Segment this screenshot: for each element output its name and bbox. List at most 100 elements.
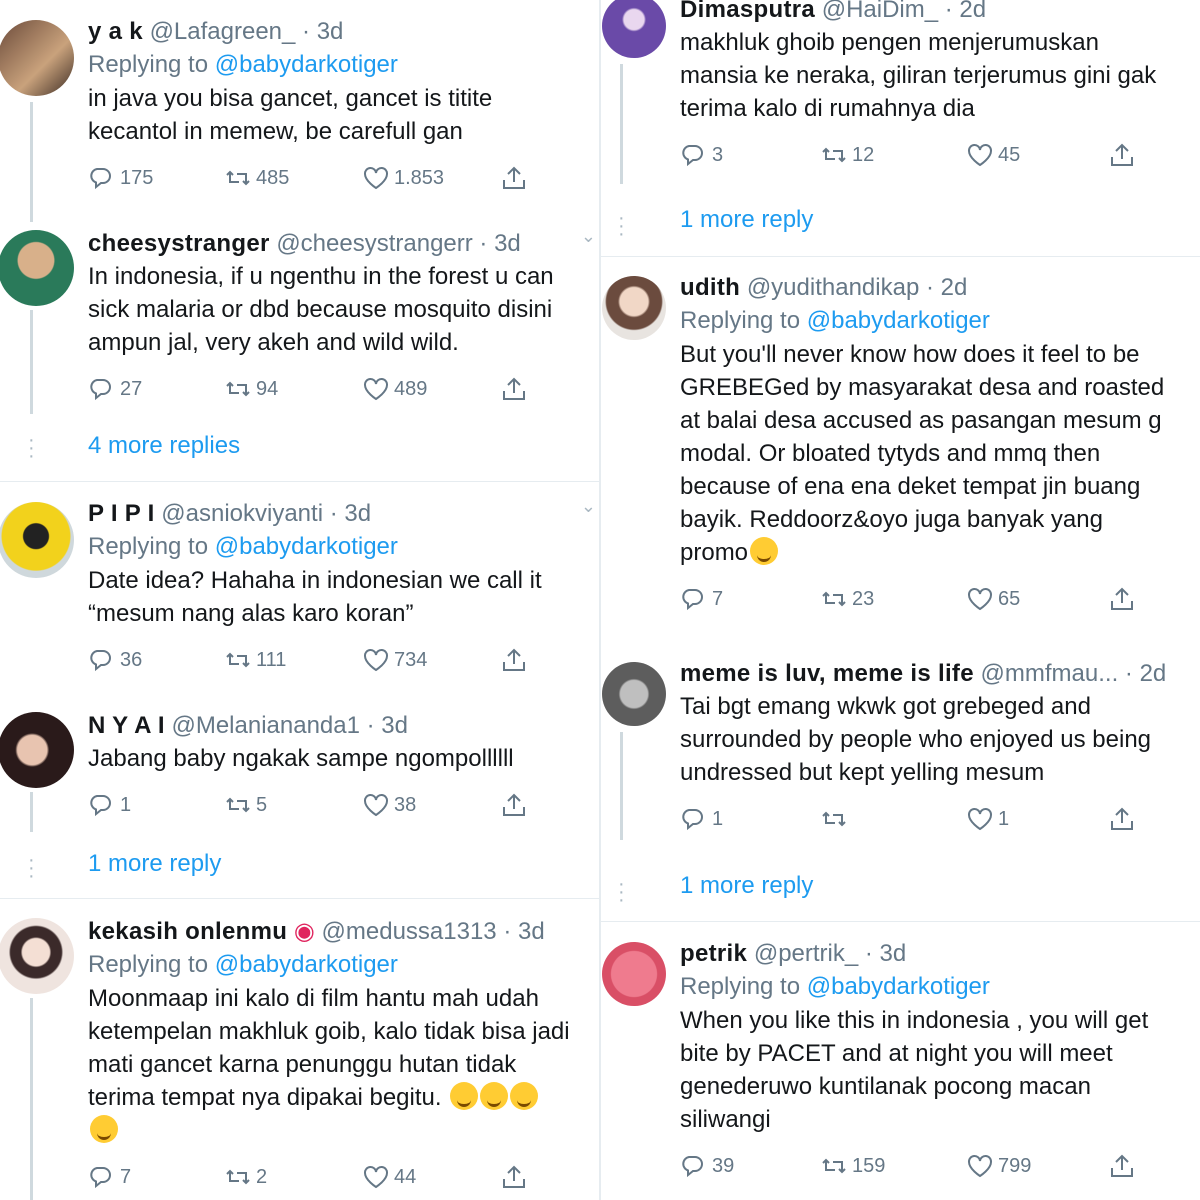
action-bar: 27 94 489	[88, 369, 600, 409]
reply-button[interactable]: 1	[680, 799, 723, 839]
retweet-button[interactable]: 111	[224, 640, 286, 680]
avatar[interactable]	[0, 502, 74, 578]
avatar[interactable]	[602, 0, 666, 58]
heart-icon	[363, 1165, 389, 1188]
display-name[interactable]: Dimasputra	[680, 0, 815, 23]
like-button[interactable]: 489	[362, 369, 427, 409]
heart-icon	[967, 1154, 993, 1177]
display-name[interactable]: udith	[680, 274, 740, 301]
like-button[interactable]: 1	[966, 799, 1009, 839]
reply-button[interactable]: 36	[88, 640, 142, 680]
more-replies-link[interactable]: 4 more replies	[88, 432, 240, 460]
display-name[interactable]: P I P I	[88, 500, 155, 527]
handle-time: @medussa1313 · 3d	[321, 918, 545, 945]
like-button[interactable]: 44	[362, 1157, 416, 1197]
reply-tweet[interactable]: petrik @pertrik_ · 3d Replying to @babyd…	[600, 938, 1200, 1200]
retweet-icon	[226, 1170, 250, 1184]
reply-button[interactable]: 7	[680, 579, 723, 619]
reply-icon	[90, 650, 111, 670]
avatar[interactable]	[602, 662, 666, 726]
like-button[interactable]: 65	[966, 579, 1020, 619]
tweet-text: makhluk ghoib pengen menjerumuskan mansia…	[680, 29, 1157, 122]
display-name[interactable]: y a k	[88, 18, 143, 45]
retweet-button[interactable]: 23	[820, 579, 874, 619]
avatar[interactable]	[602, 276, 666, 340]
retweet-button[interactable]: 2	[224, 1157, 267, 1197]
retweet-button[interactable]: 159	[820, 1146, 885, 1186]
share-icon	[503, 167, 525, 189]
like-button[interactable]: 38	[362, 785, 416, 825]
action-bar: 3 12 45	[680, 135, 1200, 175]
avatar[interactable]	[0, 712, 74, 788]
replying-to-link[interactable]: @babydarkotiger	[215, 951, 398, 978]
reply-tweet[interactable]: N Y A I @Melaniananda1 · 3d Jabang baby …	[0, 708, 600, 898]
reply-icon	[90, 795, 111, 815]
display-name[interactable]: petrik	[680, 940, 747, 967]
reply-button[interactable]: 3	[680, 135, 723, 175]
right-reply-column: Dimasputra @HaiDim_ · 2d makhluk ghoib p…	[600, 0, 1200, 1200]
retweet-icon	[822, 812, 846, 826]
like-button[interactable]: 45	[966, 135, 1020, 175]
share-button[interactable]	[1108, 799, 1136, 839]
share-button[interactable]	[500, 158, 528, 198]
avatar[interactable]	[0, 20, 74, 96]
retweet-button[interactable]	[820, 799, 852, 839]
retweet-button[interactable]: 485	[224, 158, 289, 198]
divider	[0, 481, 600, 482]
share-button[interactable]	[500, 369, 528, 409]
reply-icon	[682, 589, 703, 609]
heart-icon	[967, 807, 993, 830]
reply-tweet[interactable]: meme is luv, meme is life @mmfmau... · 2…	[600, 658, 1200, 920]
share-button[interactable]	[1108, 135, 1136, 175]
replying-to-link[interactable]: @babydarkotiger	[215, 51, 398, 78]
share-button[interactable]	[1108, 579, 1136, 619]
more-replies-link[interactable]: 1 more reply	[680, 872, 813, 900]
reply-tweet[interactable]: ⌄ cheesystranger @cheesystrangerr · 3d I…	[0, 226, 600, 476]
share-button[interactable]	[500, 1157, 528, 1197]
like-button[interactable]: 799	[966, 1146, 1031, 1186]
reply-tweet[interactable]: ⌄ P I P I @asniokviyanti · 3d Replying t…	[0, 496, 600, 696]
retweet-icon	[226, 653, 250, 667]
reply-tweet[interactable]: y a k @Lafagreen_ · 3d Replying to @baby…	[0, 14, 600, 222]
thread-dots: · · ·	[618, 207, 625, 245]
action-bar: 175 485 1.853	[88, 158, 600, 198]
divider	[600, 256, 1200, 257]
thread-dots: · · ·	[618, 873, 625, 911]
share-button[interactable]	[500, 640, 528, 680]
more-replies-link[interactable]: 1 more reply	[680, 206, 813, 234]
reply-icon	[682, 809, 703, 829]
display-name[interactable]: kekasih onlenmu	[88, 918, 287, 945]
rofl-emoji-icon	[90, 1115, 118, 1143]
reply-button[interactable]: 1	[88, 785, 131, 825]
display-name[interactable]: meme is luv, meme is life	[680, 660, 974, 687]
retweet-button[interactable]: 94	[224, 369, 278, 409]
reply-tweet[interactable]: kekasih onlenmu ◉ @medussa1313 · 3d Repl…	[0, 914, 600, 1200]
like-button[interactable]: 734	[362, 640, 427, 680]
reply-button[interactable]: 39	[680, 1146, 734, 1186]
laughing-emoji-icon	[450, 1082, 479, 1110]
reply-icon	[682, 1156, 703, 1176]
more-replies-link[interactable]: 1 more reply	[88, 850, 221, 878]
handle-time: @mmfmau... · 2d	[980, 660, 1167, 687]
upside-down-face-icon	[750, 537, 779, 565]
retweet-icon	[822, 592, 846, 606]
retweet-button[interactable]: 5	[224, 785, 267, 825]
like-button[interactable]: 1.853	[362, 158, 444, 198]
reply-button[interactable]: 175	[88, 158, 153, 198]
reply-tweet[interactable]: Dimasputra @HaiDim_ · 2d makhluk ghoib p…	[600, 0, 1200, 244]
reply-button[interactable]: 27	[88, 369, 142, 409]
reply-button[interactable]: 7	[88, 1157, 131, 1197]
avatar[interactable]	[0, 230, 74, 306]
avatar[interactable]	[0, 918, 74, 994]
display-name[interactable]: cheesystranger	[88, 230, 270, 257]
replying-to-link[interactable]: @babydarkotiger	[807, 307, 990, 334]
tweet-text: But you'll never know how does it feel t…	[680, 341, 1165, 566]
retweet-button[interactable]: 12	[820, 135, 874, 175]
replying-to-link[interactable]: @babydarkotiger	[215, 533, 398, 560]
display-name[interactable]: N Y A I	[88, 712, 165, 739]
avatar[interactable]	[602, 942, 666, 1006]
replying-to-link[interactable]: @babydarkotiger	[807, 973, 990, 1000]
share-button[interactable]	[500, 785, 528, 825]
reply-tweet[interactable]: udith @yudithandikap · 2d Replying to @b…	[600, 272, 1200, 642]
share-button[interactable]	[1108, 1146, 1136, 1186]
